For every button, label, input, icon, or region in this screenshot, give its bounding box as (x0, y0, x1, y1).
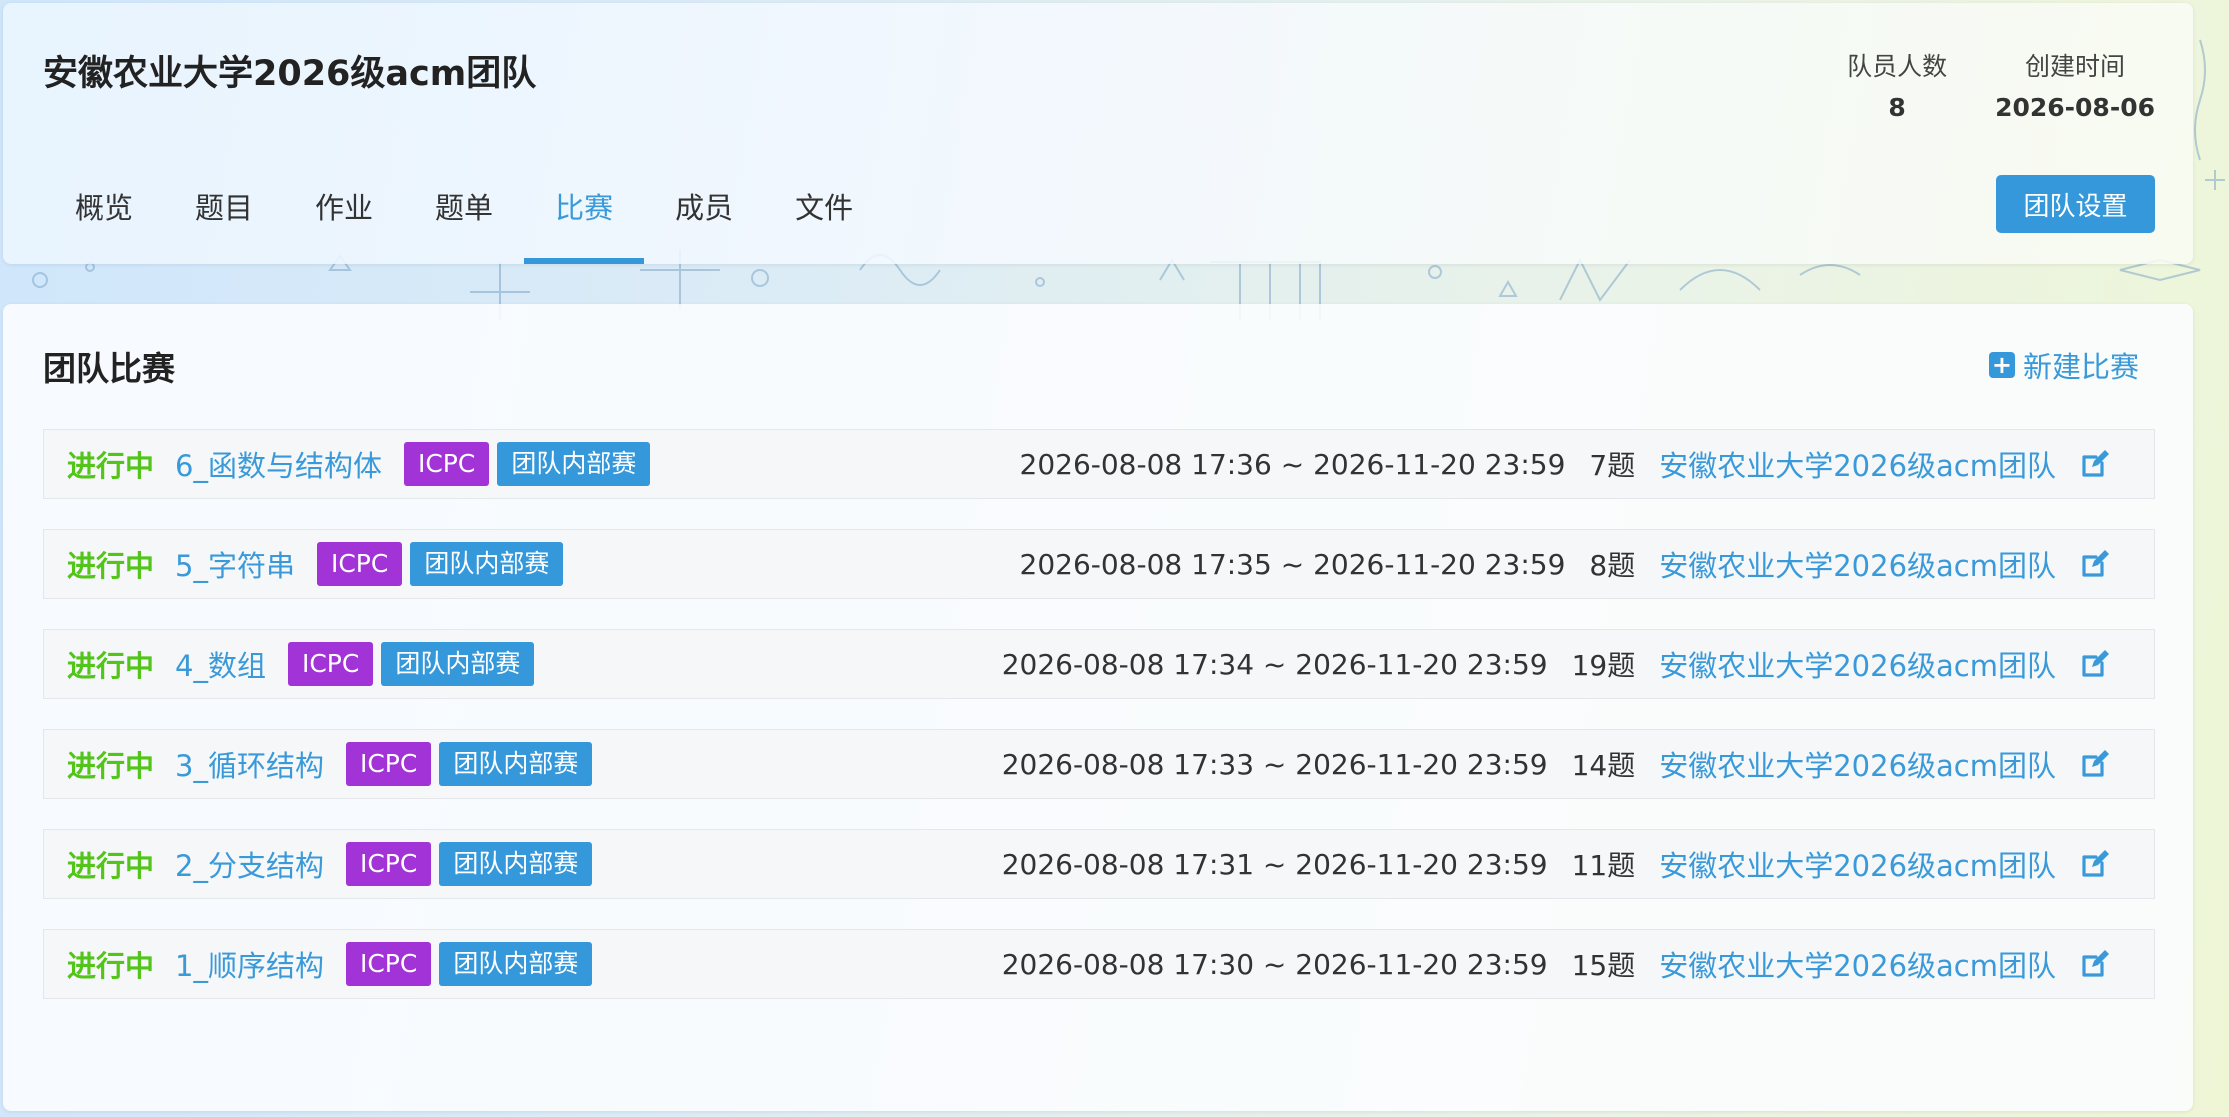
edit-icon[interactable] (2080, 949, 2110, 979)
team-header-card: 安徽农业大学2026级acm团队 队员人数 8 创建时间 2026-08-06 … (3, 3, 2193, 264)
owner-team-link[interactable]: 安徽农业大学2026级acm团队 (1659, 543, 2056, 585)
contest-row: 进行中 3_循环结构 ICPC 团队内部赛 2026-08-08 17:33 ~… (43, 729, 2155, 799)
stat-value: 2026-08-06 (1995, 93, 2155, 122)
contest-type-badge: 团队内部赛 (439, 742, 593, 786)
contest-status: 进行中 (67, 749, 155, 783)
problem-count: 7题 (1589, 449, 1636, 482)
team-tabs: 概览 题目 作业 题单 比赛 成员 文件 (43, 175, 884, 264)
new-contest-button[interactable]: + 新建比赛 (1988, 344, 2139, 386)
problem-count: 19题 (1571, 649, 1636, 682)
contest-meta: 2026-08-08 17:31 ~ 2026-11-20 23:59 11题 … (1002, 830, 2110, 898)
tab-problem-lists[interactable]: 题单 (404, 175, 524, 264)
stat-label: 创建时间 (2025, 52, 2126, 81)
contest-title-link[interactable]: 1_顺序结构 (175, 943, 324, 985)
tab-homework[interactable]: 作业 (284, 175, 404, 264)
contest-title-link[interactable]: 2_分支结构 (175, 843, 324, 885)
contest-time-range: 2026-08-08 17:36 ~ 2026-11-20 23:59 (1019, 447, 1566, 481)
contest-meta: 2026-08-08 17:33 ~ 2026-11-20 23:59 14题 … (1002, 730, 2110, 798)
tab-contests[interactable]: 比赛 (524, 175, 645, 264)
contest-type-badge: 团队内部赛 (381, 642, 535, 686)
contest-time-range: 2026-08-08 17:31 ~ 2026-11-20 23:59 (1001, 847, 1548, 881)
problem-count: 15题 (1571, 949, 1636, 982)
contest-list: 进行中 6_函数与结构体 ICPC 团队内部赛 2026-08-08 17:36… (43, 429, 2155, 1029)
contest-time-range: 2026-08-08 17:35 ~ 2026-11-20 23:59 (1019, 547, 1566, 581)
edit-icon[interactable] (2080, 549, 2110, 579)
rule-badge: ICPC (403, 442, 490, 486)
contest-status: 进行中 (67, 549, 155, 583)
edit-icon[interactable] (2080, 649, 2110, 679)
owner-team-link[interactable]: 安徽农业大学2026级acm团队 (1659, 743, 2056, 785)
problem-count: 14题 (1571, 749, 1636, 782)
problem-count: 11题 (1571, 849, 1636, 882)
edit-icon[interactable] (2080, 749, 2110, 779)
rule-badge: ICPC (287, 642, 374, 686)
contest-status: 进行中 (67, 949, 155, 983)
tab-members[interactable]: 成员 (644, 175, 764, 264)
contest-row: 进行中 5_字符串 ICPC 团队内部赛 2026-08-08 17:35 ~ … (43, 529, 2155, 599)
contest-meta: 2026-08-08 17:36 ~ 2026-11-20 23:59 7题 安… (1020, 430, 2111, 498)
rule-badge: ICPC (316, 542, 403, 586)
contest-title-link[interactable]: 4_数组 (175, 643, 266, 685)
edit-icon[interactable] (2080, 449, 2110, 479)
contest-time-range: 2026-08-08 17:34 ~ 2026-11-20 23:59 (1001, 647, 1548, 681)
stat-label: 队员人数 (1847, 52, 1948, 81)
tab-overview[interactable]: 概览 (43, 175, 164, 264)
contest-time-range: 2026-08-08 17:33 ~ 2026-11-20 23:59 (1001, 747, 1548, 781)
rule-badge: ICPC (345, 842, 432, 886)
contest-row: 进行中 4_数组 ICPC 团队内部赛 2026-08-08 17:34 ~ 2… (43, 629, 2155, 699)
contest-status: 进行中 (67, 449, 155, 483)
contest-type-badge: 团队内部赛 (439, 942, 593, 986)
contest-time-range: 2026-08-08 17:30 ~ 2026-11-20 23:59 (1001, 947, 1548, 981)
contest-row: 进行中 2_分支结构 ICPC 团队内部赛 2026-08-08 17:31 ~… (43, 829, 2155, 899)
contest-title-link[interactable]: 6_函数与结构体 (175, 443, 382, 485)
owner-team-link[interactable]: 安徽农业大学2026级acm团队 (1659, 843, 2056, 885)
team-name: 安徽农业大学2026级acm团队 (43, 54, 537, 94)
problem-count: 8题 (1589, 549, 1636, 582)
contest-row: 进行中 1_顺序结构 ICPC 团队内部赛 2026-08-08 17:30 ~… (43, 929, 2155, 999)
contest-row: 进行中 6_函数与结构体 ICPC 团队内部赛 2026-08-08 17:36… (43, 429, 2155, 499)
owner-team-link[interactable]: 安徽农业大学2026级acm团队 (1659, 643, 2056, 685)
team-contests-card: 团队比赛 + 新建比赛 进行中 6_函数与结构体 ICPC 团队内部赛 2026… (3, 304, 2193, 1111)
stat-member-count: 队员人数 8 (1847, 47, 1947, 122)
rule-badge: ICPC (345, 742, 432, 786)
new-contest-label: 新建比赛 (2022, 350, 2139, 384)
contest-meta: 2026-08-08 17:35 ~ 2026-11-20 23:59 8题 安… (1020, 530, 2111, 598)
contest-meta: 2026-08-08 17:34 ~ 2026-11-20 23:59 19题 … (1002, 630, 2110, 698)
owner-team-link[interactable]: 安徽农业大学2026级acm团队 (1659, 943, 2056, 985)
stat-created-date: 创建时间 2026-08-06 (1995, 47, 2155, 122)
contest-type-badge: 团队内部赛 (410, 542, 564, 586)
team-stats: 队员人数 8 创建时间 2026-08-06 (1847, 47, 2155, 122)
contest-type-badge: 团队内部赛 (497, 442, 651, 486)
team-settings-button[interactable]: 团队设置 (1996, 175, 2155, 233)
contest-type-badge: 团队内部赛 (439, 842, 593, 886)
contest-status: 进行中 (67, 649, 155, 683)
contest-meta: 2026-08-08 17:30 ~ 2026-11-20 23:59 15题 … (1002, 930, 2110, 998)
stat-value: 8 (1888, 93, 1906, 122)
tab-files[interactable]: 文件 (764, 175, 884, 264)
section-title: 团队比赛 (43, 349, 175, 388)
rule-badge: ICPC (345, 942, 432, 986)
contest-title-link[interactable]: 3_循环结构 (175, 743, 324, 785)
owner-team-link[interactable]: 安徽农业大学2026级acm团队 (1659, 443, 2056, 485)
contest-title-link[interactable]: 5_字符串 (175, 543, 295, 585)
contest-status: 进行中 (67, 849, 155, 883)
plus-square-icon: + (1988, 352, 2015, 378)
edit-icon[interactable] (2080, 849, 2110, 879)
tab-problems[interactable]: 题目 (164, 175, 284, 264)
